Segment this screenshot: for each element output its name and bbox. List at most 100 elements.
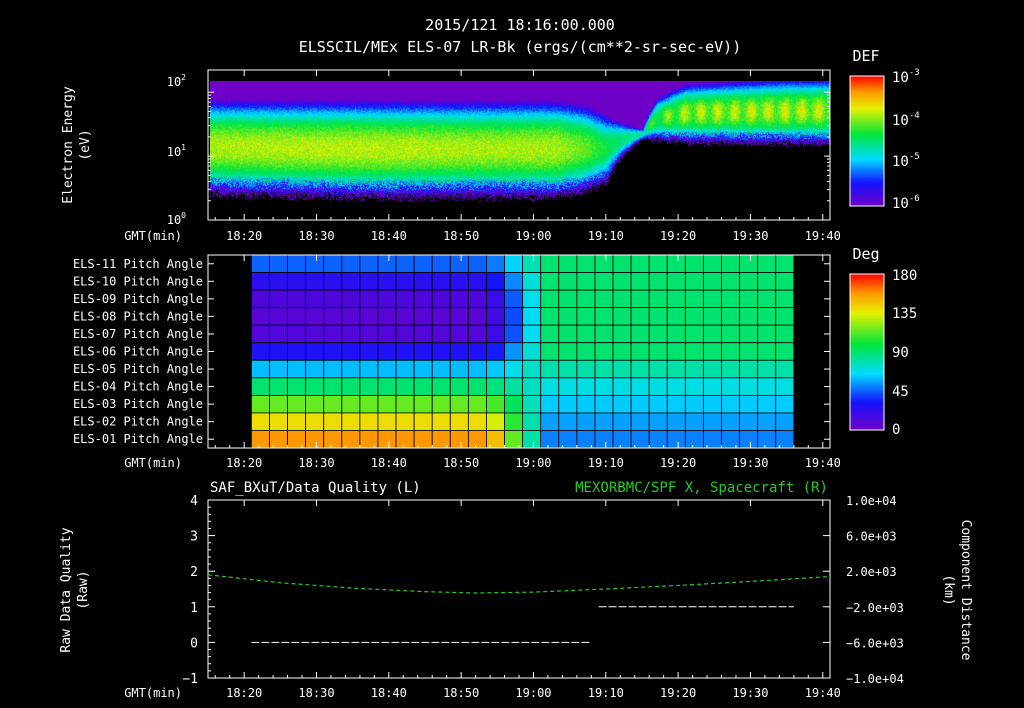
pitch-angle-cell	[305, 324, 325, 344]
pitch-angle-cell	[305, 412, 325, 431]
pitch-angle-row-label: ELS-06 Pitch Angle	[73, 345, 203, 359]
pitch-angle-cell	[486, 430, 505, 449]
time-tick-label: 19:30	[732, 456, 768, 470]
pitch-angle-cell	[684, 377, 704, 396]
pitch-angle-cell	[576, 324, 596, 344]
pitch-angle-cell	[648, 342, 668, 361]
energy-axis-label: Electron Energy (eV)	[61, 86, 93, 204]
pitch-angle-cell	[721, 342, 740, 361]
time-tick-label: 19:10	[588, 229, 624, 243]
pitch-angle-cell	[359, 412, 379, 431]
pitch-angle-cell	[250, 324, 270, 344]
time-tick-label: 19:40	[805, 686, 841, 700]
energy-spectrogram-image	[210, 81, 830, 221]
pitch-angle-cell	[558, 307, 578, 326]
time-tick-label: 18:40	[371, 686, 407, 700]
pitch-angle-cell	[341, 394, 361, 414]
pitch-angle-cell	[739, 412, 759, 431]
pitch-angle-cell	[486, 324, 505, 344]
pitch-angle-cell	[540, 324, 560, 344]
pitch-angle-cell	[377, 377, 397, 396]
pitch-angle-cell	[594, 272, 614, 291]
pitch-angle-cell	[323, 412, 343, 431]
pitch-angle-cell	[413, 307, 433, 326]
pitch-angle-row-label: ELS-05 Pitch Angle	[73, 362, 203, 376]
time-tick-label: 19:20	[660, 456, 696, 470]
def-tick-label: 10-3	[892, 68, 920, 86]
pitch-angle-cell	[413, 394, 433, 414]
pitch-angle-cell	[395, 307, 415, 326]
right-axis-label: Component Distance(km)	[941, 520, 973, 661]
pitch-angle-cell	[558, 394, 578, 414]
pitch-angle-cell	[377, 359, 397, 379]
pitch-angle-cell	[431, 272, 451, 291]
pitch-angle-cell	[576, 359, 596, 379]
pitch-angle-cell	[666, 272, 686, 291]
pitch-angle-cell	[558, 272, 578, 291]
pitch-angle-cell	[630, 307, 650, 326]
pitch-angle-cell	[250, 377, 270, 396]
chart-title: ELSSCIL/MEx ELS-07 LR-Bk (ergs/(cm**2-sr…	[299, 38, 742, 56]
pitch-angle-cell	[250, 254, 270, 273]
pitch-angle-cell	[504, 272, 524, 291]
pitch-angle-cell	[504, 377, 524, 396]
pitch-angle-cell	[449, 412, 469, 431]
pitch-angle-cell	[522, 342, 542, 361]
pitch-angle-cell	[341, 412, 361, 431]
pitch-angle-cell	[486, 289, 505, 309]
pitch-angle-cell	[305, 307, 325, 326]
pitch-angle-cell	[775, 394, 795, 414]
pitch-angle-cell	[739, 359, 759, 379]
data-quality-panel: SAF_BXuT/Data Quality (L) MEXORBMC/SPF X…	[59, 480, 973, 700]
pitch-angle-cell	[287, 324, 307, 344]
pitch-angle-cell	[287, 377, 307, 396]
pitch-angle-cell	[341, 272, 361, 291]
pitch-angle-cell	[775, 359, 795, 379]
pitch-angle-row-label: ELS-11 Pitch Angle	[73, 257, 203, 271]
pitch-angle-cell	[323, 289, 343, 309]
pitch-angle-cell	[449, 342, 469, 361]
pitch-angle-cell	[666, 430, 686, 449]
deg-colorbar-label: Deg	[852, 245, 879, 263]
pitch-angle-cell	[684, 412, 704, 431]
pitch-angle-cell	[757, 289, 777, 309]
pitch-angle-cell	[504, 324, 524, 344]
pitch-angle-cell	[287, 342, 307, 361]
pitch-angle-cell	[431, 359, 451, 379]
pitch-angle-cell	[467, 412, 487, 431]
time-tick-label: 18:50	[443, 686, 479, 700]
pitch-angle-cell	[250, 342, 270, 361]
pitch-angle-cell	[576, 254, 596, 273]
plot-canvas: 2015/121 18:16:00.000 ELSSCIL/MEx ELS-07…	[59, 16, 973, 700]
pitch-angle-cell	[775, 412, 795, 431]
pitch-angle-cell	[630, 324, 650, 344]
pitch-angle-cell	[630, 272, 650, 291]
pitch-angle-row-label: ELS-01 Pitch Angle	[73, 432, 203, 446]
pitch-angle-cell	[630, 289, 650, 309]
pitch-angle-cell	[666, 307, 686, 326]
pitch-angle-cell	[775, 289, 795, 309]
pitch-angle-cell	[341, 254, 361, 273]
pitch-angle-cell	[287, 272, 307, 291]
pitch-angle-cell	[431, 394, 451, 414]
pitch-angle-row-label: ELS-04 Pitch Angle	[73, 380, 203, 394]
pitch-angle-cell	[775, 430, 795, 449]
pitch-angle-cell	[269, 307, 288, 326]
pitch-angle-cell	[395, 430, 415, 449]
pitch-angle-cell	[757, 307, 777, 326]
pitch-angle-cell	[486, 359, 505, 379]
pitch-angle-cell	[269, 342, 288, 361]
pitch-angle-cell	[377, 289, 397, 309]
pitch-angle-cell	[250, 272, 270, 291]
pitch-angle-cell	[305, 359, 325, 379]
pitch-angle-cell	[467, 430, 487, 449]
time-tick-label: 19:00	[515, 229, 551, 243]
time-tick-label: 18:50	[443, 456, 479, 470]
pitch-angle-cell	[612, 307, 632, 326]
pitch-angle-cell	[323, 342, 343, 361]
time-tick-label: 18:20	[226, 456, 262, 470]
pitch-angle-cell	[666, 412, 686, 431]
pitch-angle-cell	[648, 289, 668, 309]
pitch-angle-cell	[431, 307, 451, 326]
pitch-angle-cell	[757, 272, 777, 291]
